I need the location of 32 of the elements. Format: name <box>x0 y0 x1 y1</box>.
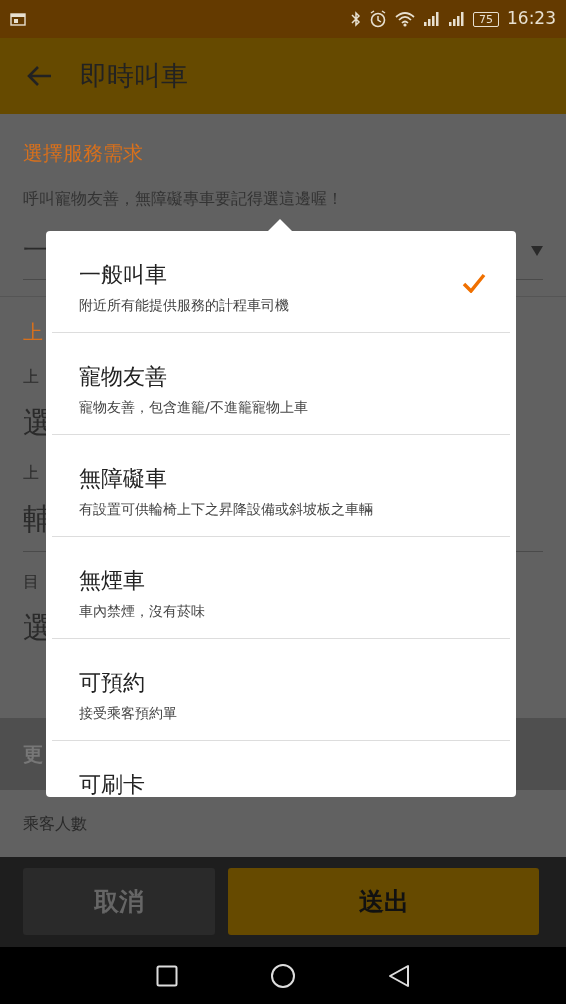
wifi-icon <box>395 11 415 27</box>
bluetooth-icon <box>351 11 361 27</box>
option-item[interactable]: 一般叫車 附近所有能提供服務的計程車司機 <box>52 231 510 333</box>
option-title: 可刷卡 <box>79 771 145 797</box>
home-icon[interactable] <box>270 962 296 989</box>
option-title: 寵物友善 <box>79 363 168 391</box>
option-item[interactable]: 可預約 接受乘客預約單 <box>52 639 510 741</box>
battery-level: 75 <box>473 11 499 27</box>
alarm-icon <box>369 10 387 28</box>
back-icon[interactable] <box>388 963 410 988</box>
option-description: 接受乘客預約單 <box>79 704 177 723</box>
dropdown-caret-icon <box>531 245 543 256</box>
signal-icon <box>448 11 465 27</box>
option-title: 無煙車 <box>79 567 146 595</box>
option-description: 車內禁煙，沒有菸味 <box>79 602 205 621</box>
section-heading: 上 <box>23 319 43 346</box>
option-item[interactable]: 可刷卡 <box>52 741 510 797</box>
option-title: 無障礙車 <box>79 465 168 493</box>
option-description: 有設置可供輪椅上下之昇降設備或斜坡板之車輛 <box>79 500 373 519</box>
option-item[interactable]: 無煙車 車內禁煙，沒有菸味 <box>52 537 510 639</box>
option-description: 寵物友善，包含進籠/不進籠寵物上車 <box>79 398 308 417</box>
section-heading: 選擇服務需求 <box>23 140 144 167</box>
status-time: 16:23 <box>507 7 556 31</box>
option-title: 一般叫車 <box>79 261 168 289</box>
option-title: 可預約 <box>79 669 146 697</box>
screen-title: 即時叫車 <box>80 59 188 93</box>
option-description: 附近所有能提供服務的計程車司機 <box>79 296 289 315</box>
option-item[interactable]: 寵物友善 寵物友善，包含進籠/不進籠寵物上車 <box>52 333 510 435</box>
option-item[interactable]: 無障礙車 有設置可供輪椅上下之昇降設備或斜坡板之車輛 <box>52 435 510 537</box>
recent-apps-icon[interactable] <box>156 964 178 987</box>
calendar-icon <box>10 12 26 26</box>
signal-icon <box>423 11 440 27</box>
